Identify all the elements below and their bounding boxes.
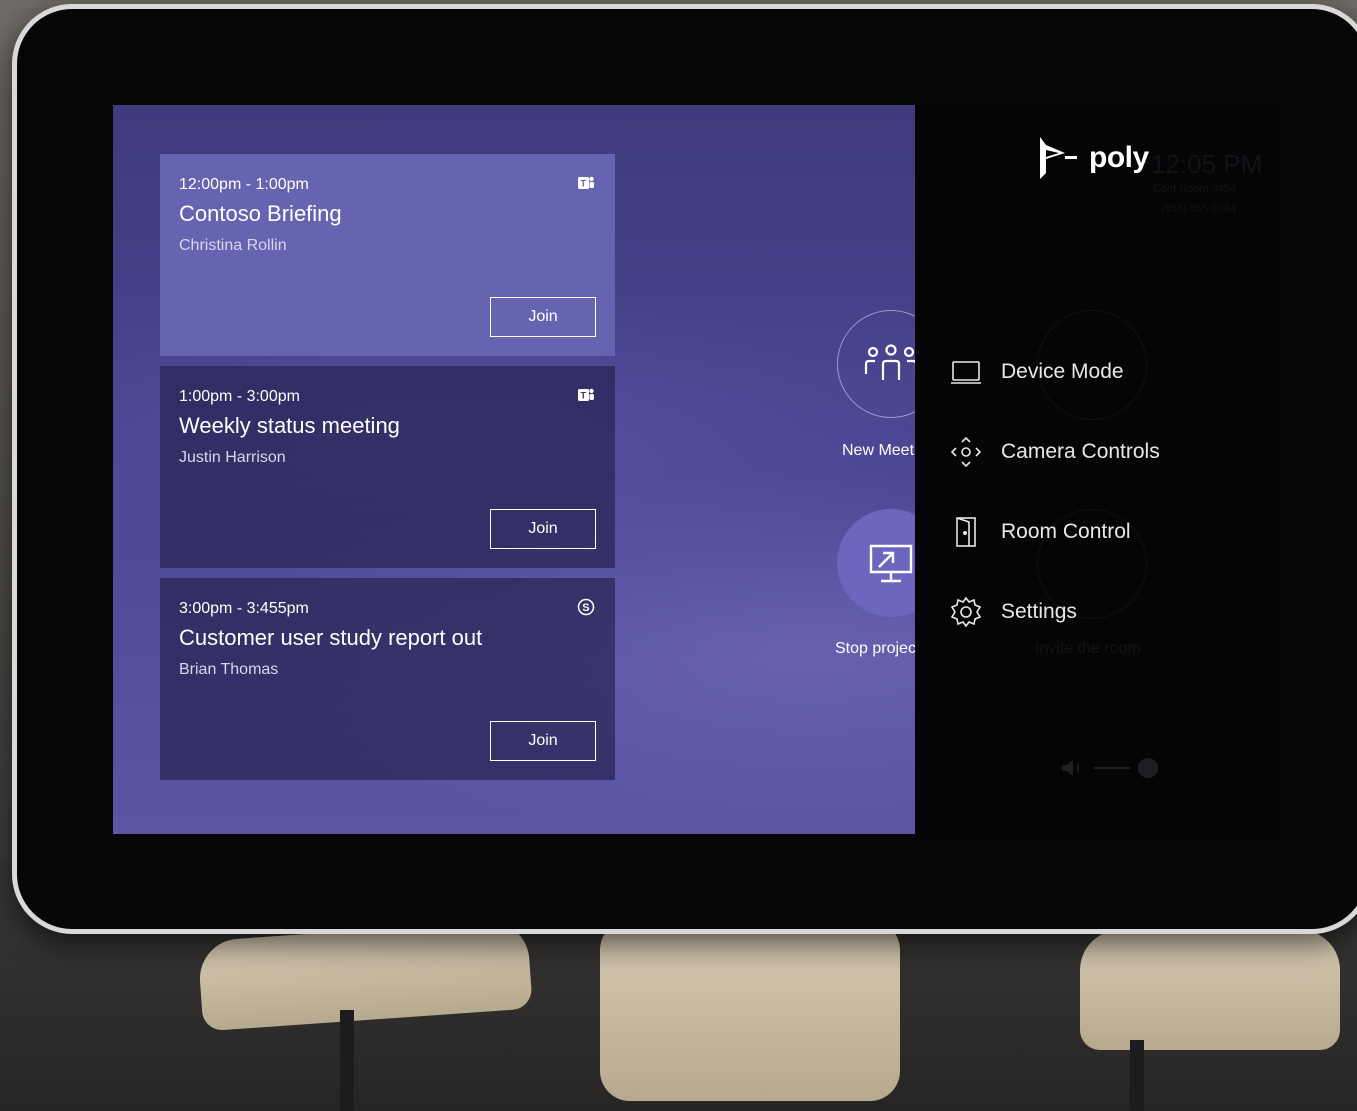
chair — [600, 920, 900, 1101]
menu-item-label: Camera Controls — [1001, 440, 1160, 463]
meeting-time: 3:00pm - 3:455pm — [179, 600, 309, 617]
volume-track — [1094, 767, 1130, 769]
meeting-card[interactable]: 1:00pm - 3:00pm Weekly status meeting Ju… — [160, 366, 615, 568]
screen: 12:00pm - 1:00pm Contoso Briefing Christ… — [113, 105, 1279, 834]
skype-icon: S — [577, 598, 595, 616]
menu-item-label: Device Mode — [1001, 360, 1124, 383]
people-icon — [864, 344, 918, 380]
svg-text:T: T — [581, 391, 587, 401]
meeting-title: Customer user study report out — [179, 625, 483, 650]
menu-item-label: Room Control — [1001, 520, 1131, 543]
svg-text:S: S — [582, 602, 589, 614]
volume-control — [1060, 757, 1158, 779]
menu-item-camera-controls[interactable]: Camera Controls — [949, 432, 1160, 472]
join-button[interactable]: Join — [490, 509, 596, 549]
meeting-organizer: Brian Thomas — [179, 661, 279, 678]
camera-move-icon — [949, 435, 983, 469]
side-menu: 12:05 PM Conf Room 3454 (555) 555-9384 I… — [915, 105, 1279, 834]
teams-icon: T — [577, 174, 595, 192]
teams-icon: T — [577, 386, 595, 404]
chair — [1080, 930, 1340, 1050]
meeting-time: 1:00pm - 3:00pm — [179, 388, 300, 405]
chair-leg — [1130, 1040, 1144, 1111]
menu-item-room-control[interactable]: Room Control — [949, 512, 1131, 552]
laptop-icon — [949, 355, 983, 389]
join-button[interactable]: Join — [490, 721, 596, 761]
menu-item-device-mode[interactable]: Device Mode — [949, 352, 1124, 392]
volume-knob — [1138, 758, 1158, 778]
poly-wordmark: poly — [1089, 141, 1149, 174]
poly-logo: poly — [1035, 133, 1149, 183]
invite-room-label: Invite the room — [1035, 640, 1141, 657]
menu-item-settings[interactable]: Settings — [949, 592, 1077, 632]
meeting-organizer: Justin Harrison — [179, 449, 286, 466]
meeting-title: Contoso Briefing — [179, 201, 342, 226]
poly-logo-mark — [1040, 137, 1077, 179]
meeting-time: 12:00pm - 1:00pm — [179, 176, 309, 193]
meeting-organizer: Christina Rollin — [179, 237, 287, 254]
meeting-card[interactable]: 12:00pm - 1:00pm Contoso Briefing Christ… — [160, 154, 615, 356]
project-screen-icon — [869, 544, 913, 583]
clock: 12:05 PM — [1151, 149, 1263, 179]
gear-icon — [949, 595, 983, 629]
join-button[interactable]: Join — [490, 297, 596, 337]
chair-leg — [340, 1010, 354, 1111]
door-icon — [949, 515, 983, 549]
meeting-title: Weekly status meeting — [179, 413, 400, 438]
speaker-icon — [1062, 760, 1080, 776]
svg-text:T: T — [581, 179, 587, 189]
room-phone: (555) 555-9384 — [1161, 203, 1237, 215]
menu-item-label: Settings — [1001, 600, 1077, 623]
meeting-card[interactable]: 3:00pm - 3:455pm Customer user study rep… — [160, 578, 615, 780]
room-name: Conf Room 3454 — [1153, 183, 1237, 195]
